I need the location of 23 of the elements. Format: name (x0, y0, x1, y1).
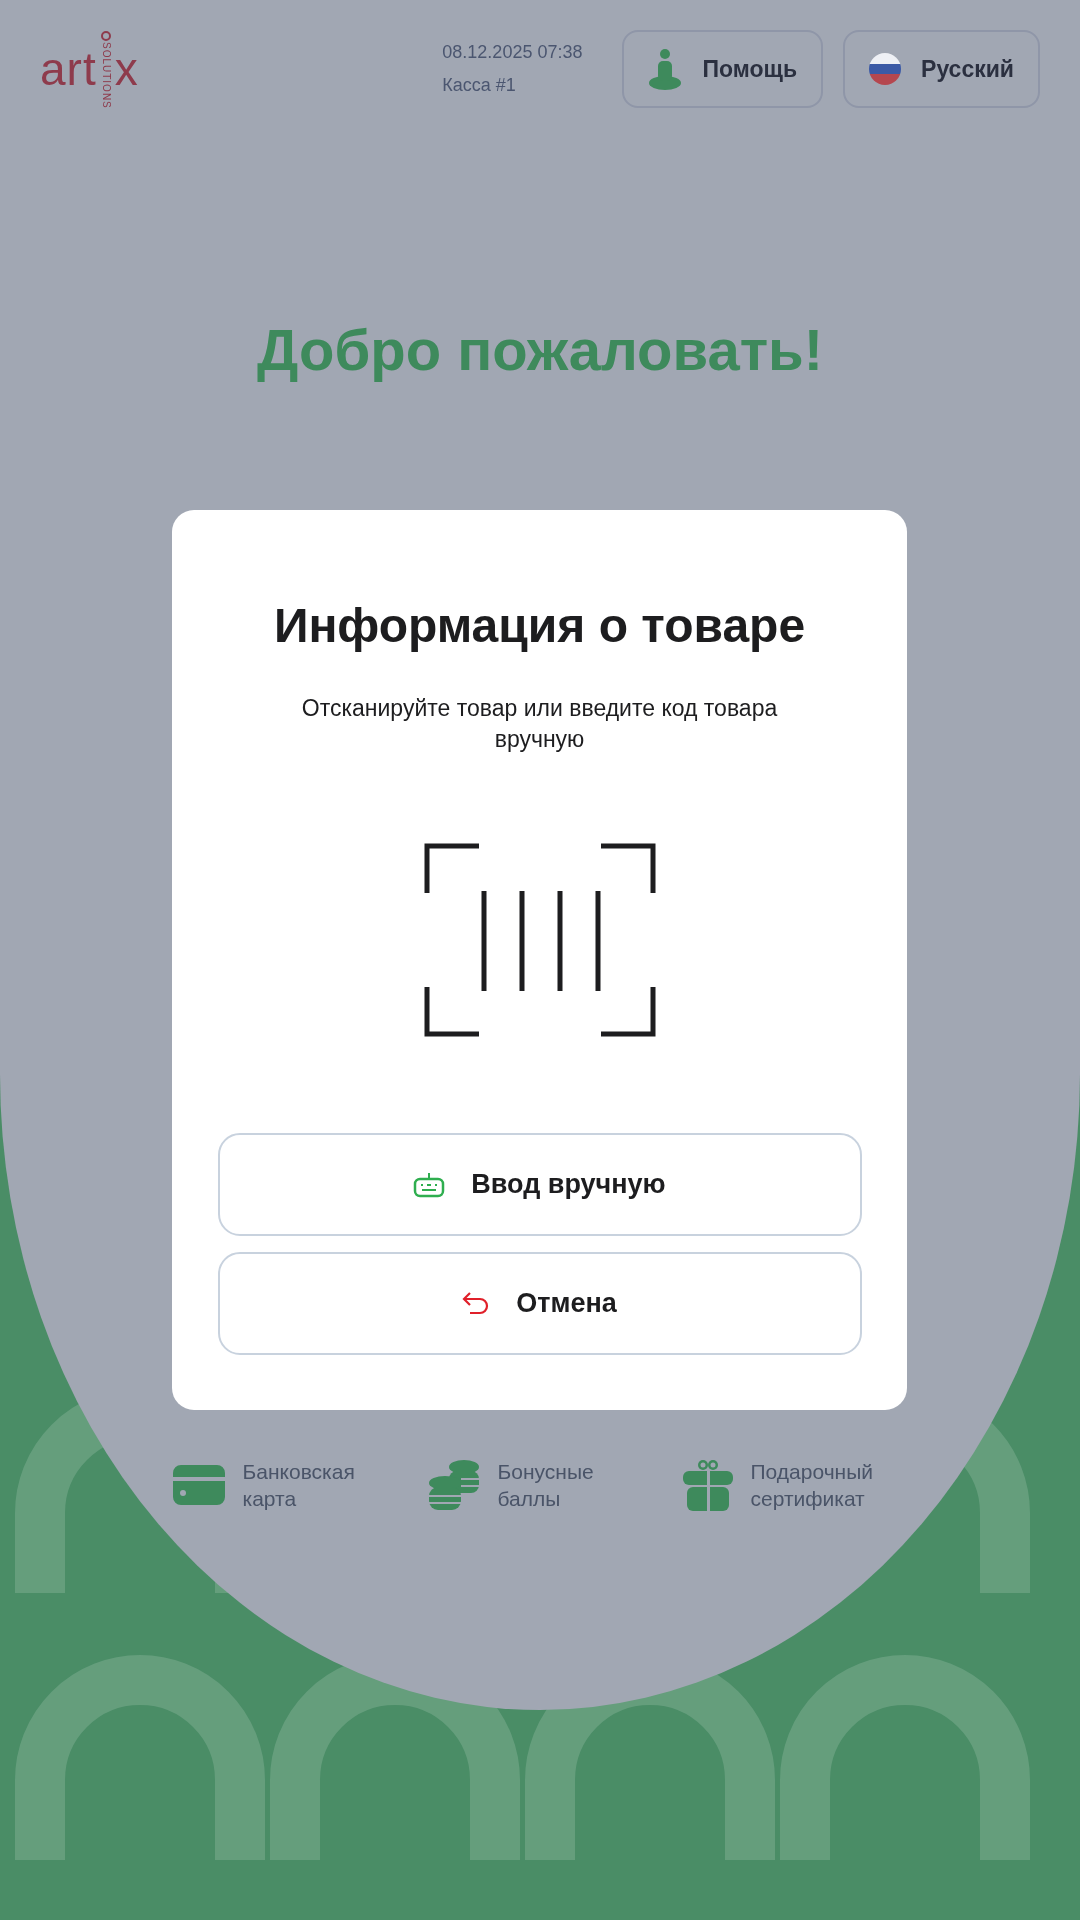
payment-method-label: Бонусные баллы (497, 1459, 595, 1513)
payment-method-label: Подарочный сертификат (750, 1459, 874, 1513)
language-button[interactable]: Русский (843, 30, 1040, 108)
dialog-message: Отсканируйте товар или введите код товара вручную (300, 694, 779, 755)
datetime-text: 08.12.2025 07:38 (442, 42, 583, 63)
manual-entry-button[interactable]: Ввод вручную (217, 1133, 862, 1237)
barcode-scan-icon (423, 843, 656, 1038)
logo-tagline: SOLUTIONS (100, 41, 111, 109)
undo-icon (462, 1290, 491, 1317)
cancel-button[interactable]: Отмена (217, 1252, 862, 1356)
coins-icon (427, 1459, 480, 1512)
person-icon (648, 48, 683, 90)
payment-method-label: Банковская карта (242, 1459, 356, 1513)
gift-icon (682, 1459, 733, 1512)
dialog-title: Информация о товаре (273, 598, 806, 653)
help-button[interactable]: Помощь (622, 30, 824, 108)
register-text: Касса #1 (442, 75, 517, 96)
logo-ring-icon (99, 29, 112, 42)
welcome-heading: Добро пожаловать! (255, 316, 825, 383)
logo: art SOLUTIONS x (40, 29, 139, 109)
russian-flag-icon (869, 53, 902, 85)
keyboard-icon (413, 1171, 446, 1198)
card-icon (172, 1465, 225, 1506)
